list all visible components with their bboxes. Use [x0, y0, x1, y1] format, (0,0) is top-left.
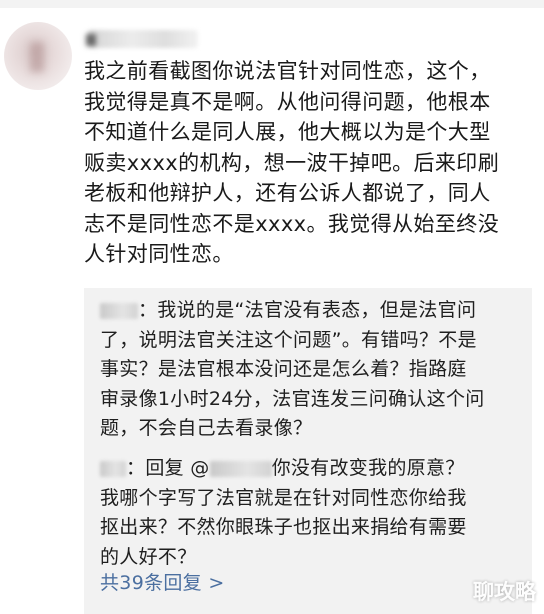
blurred-username[interactable] — [88, 30, 198, 48]
reply-label: 回复 — [145, 457, 184, 479]
comment-text: 我之前看截图你说法官针对同性恋，这个， 我觉得是真不是啊。从他问得问题，他根本 … — [84, 59, 500, 266]
top-divider — [0, 0, 544, 8]
more-replies-link[interactable]: 共39条回复 > — [100, 570, 225, 596]
reply-separator: ： — [138, 299, 158, 321]
avatar[interactable] — [4, 22, 72, 90]
replies-panel: ：我说的是“法官没有表态，但是法官问 了，说明法官关注这个问题”。有错吗？不是 … — [84, 288, 532, 614]
screenshot-root: 我之前看截图你说法官针对同性恋，这个， 我觉得是真不是啊。从他问得问题，他根本 … — [0, 0, 544, 614]
mention-prefix[interactable]: @ — [190, 457, 209, 479]
watermark-text: 聊攻略 — [473, 580, 536, 604]
blurred-mention-name[interactable] — [209, 460, 272, 477]
reply-item[interactable]: ：我说的是“法官没有表态，但是法官问 了，说明法官关注这个问题”。有错吗？不是 … — [100, 296, 526, 444]
reply-separator: ： — [126, 457, 146, 479]
reply-item[interactable]: ：回复 @ 你没有改变我的原意？ 我哪个字写了法官就是在针对同性恋你给我 抠出来？… — [100, 454, 526, 572]
reply-text: 我哪个字写了法官就是在针对同性恋你给我 抠出来？不然你眼珠子也抠出来捐给有需要 … — [100, 486, 467, 568]
blurred-reply-author — [100, 302, 138, 319]
blurred-reply-author — [100, 460, 126, 477]
reply-text-after-mention: 你没有改变我的原意？ — [271, 457, 465, 479]
reply-text: 我说的是“法官没有表态，但是法官问 了，说明法官关注这个问题”。有错吗？不是 事… — [100, 299, 485, 439]
